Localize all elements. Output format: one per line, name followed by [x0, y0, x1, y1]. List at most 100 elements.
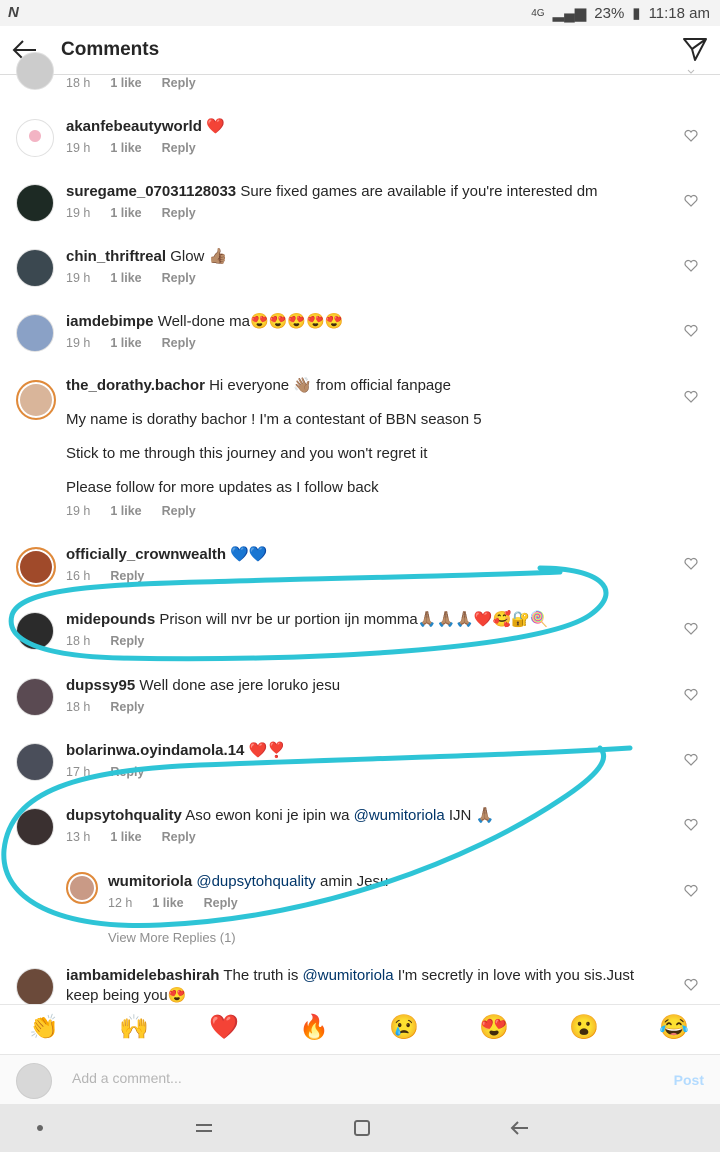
avatar[interactable]	[16, 547, 56, 587]
comment-paragraph: My name is dorathy bachor ! I'm a contes…	[66, 411, 482, 428]
comment-username[interactable]: suregame_07031128033	[66, 183, 236, 200]
comment-time: 19 h	[66, 504, 91, 518]
mention-link[interactable]: @dupsytohquality	[196, 873, 315, 890]
reply-button[interactable]: Reply	[162, 504, 196, 518]
comment-likes[interactable]: 1 like	[110, 336, 141, 350]
heart-icon[interactable]	[684, 324, 698, 338]
mention-link[interactable]: @wumitoriola	[354, 807, 445, 824]
heart-icon[interactable]	[684, 753, 698, 767]
comment-text: Prison will nvr be ur portion ijn momma🙏…	[159, 611, 549, 628]
reply-button[interactable]: Reply	[110, 700, 144, 714]
carrier-icon: N	[8, 4, 19, 21]
reply-button[interactable]: Reply	[110, 569, 144, 583]
reply-button[interactable]: Reply	[110, 765, 144, 779]
emoji-crying[interactable]: 😢	[389, 1013, 419, 1043]
heart-icon[interactable]	[684, 66, 698, 80]
home-icon[interactable]	[350, 1116, 374, 1140]
reply-button[interactable]: Reply	[110, 634, 144, 648]
heart-icon[interactable]	[684, 818, 698, 832]
heart-icon[interactable]	[684, 557, 698, 571]
reply-button[interactable]: Reply	[162, 271, 196, 285]
emoji-laughing[interactable]: 😂	[659, 1013, 689, 1043]
avatar[interactable]	[16, 119, 54, 157]
comment-username[interactable]: dupssy95	[66, 677, 135, 694]
comment-text: Glow 👍🏽	[170, 248, 228, 265]
comment-username[interactable]: iambamidelebashirah	[66, 967, 219, 984]
avatar[interactable]	[66, 872, 98, 904]
comment-username[interactable]: midepounds	[66, 611, 155, 628]
reply-button[interactable]: Reply	[162, 141, 196, 155]
avatar[interactable]	[16, 678, 54, 716]
avatar[interactable]	[16, 249, 54, 287]
back-icon[interactable]	[508, 1116, 532, 1140]
heart-icon[interactable]	[684, 259, 698, 273]
comment-likes[interactable]: 1 like	[110, 141, 141, 155]
avatar[interactable]	[16, 612, 54, 650]
comment-time: 19 h	[66, 206, 91, 220]
comment-username[interactable]: the_dorathy.bachor	[66, 377, 205, 394]
network-indicator: 4G	[531, 7, 545, 19]
view-more-replies-link[interactable]: View More Replies (1)	[108, 930, 236, 945]
comment-username[interactable]: chin_thriftreal	[66, 248, 166, 265]
emoji-heart-eyes[interactable]: 😍	[479, 1013, 509, 1043]
comment-username[interactable]: akanfebeautyworld	[66, 118, 202, 135]
emoji-surprised[interactable]: 😮	[569, 1013, 599, 1043]
reply-button[interactable]: Reply	[162, 336, 196, 350]
comment-text: IJN 🙏🏽	[444, 807, 495, 824]
comment-text: Well done ase jere loruko jesu	[139, 677, 341, 694]
avatar[interactable]	[16, 968, 54, 1006]
post-button[interactable]: Post	[674, 1072, 704, 1088]
comment-username[interactable]: officially_crownwealth	[66, 546, 226, 563]
comment-input[interactable]: Add a comment...	[72, 1070, 182, 1086]
nav-dot-icon[interactable]	[28, 1116, 52, 1140]
comment-likes[interactable]: 1 like	[110, 830, 141, 844]
emoji-heart[interactable]: ❤️	[209, 1013, 239, 1043]
emoji-fire[interactable]: 🔥	[299, 1013, 329, 1043]
reply-button[interactable]: Reply	[162, 830, 196, 844]
comment-time: 13 h	[66, 830, 91, 844]
system-nav-bar	[0, 1104, 720, 1152]
signal-icon: ▂▄▆	[552, 5, 587, 22]
heart-icon[interactable]	[684, 884, 698, 898]
avatar[interactable]	[16, 314, 54, 352]
avatar[interactable]	[16, 808, 54, 846]
comment-composer: Add a comment... Post	[0, 1054, 720, 1105]
reply-button[interactable]: Reply	[204, 896, 238, 910]
emoji-quick-bar: 👏 🙌 ❤️ 🔥 😢 😍 😮 😂	[0, 1004, 720, 1055]
heart-icon[interactable]	[684, 978, 698, 992]
comment-time: 18 h	[66, 700, 91, 714]
comment-likes[interactable]: 1 like	[110, 504, 141, 518]
heart-icon[interactable]	[684, 688, 698, 702]
heart-icon[interactable]	[684, 194, 698, 208]
comment-username[interactable]: iamdebimpe	[66, 313, 154, 330]
recent-apps-icon[interactable]	[192, 1116, 216, 1140]
avatar[interactable]	[16, 743, 54, 781]
comment-username[interactable]: bolarinwa.oyindamola.14	[66, 742, 244, 759]
comment-time: 17 h	[66, 765, 91, 779]
comment-username[interactable]: dupsytohquality	[66, 807, 182, 824]
comment-text: Hi everyone 👋🏽 from official fanpage	[209, 377, 451, 394]
clock: 11:18 am	[648, 4, 710, 22]
battery-icon: ▮	[632, 5, 641, 22]
direct-message-icon[interactable]	[682, 36, 708, 62]
emoji-raised-hands[interactable]: 🙌	[119, 1013, 149, 1043]
comment-time: 19 h	[66, 271, 91, 285]
heart-icon[interactable]	[684, 390, 698, 404]
comment-username[interactable]: wumitoriola	[108, 873, 192, 890]
mention-link[interactable]: @wumitoriola	[303, 967, 394, 984]
avatar[interactable]	[16, 380, 56, 420]
comment-text: Aso ewon koni je ipin wa	[185, 807, 354, 824]
emoji-clap[interactable]: 👏	[29, 1013, 59, 1043]
heart-icon[interactable]	[684, 129, 698, 143]
comment-time: 12 h	[108, 896, 133, 910]
heart-icon[interactable]	[684, 622, 698, 636]
comment-likes[interactable]: 1 like	[110, 206, 141, 220]
reply-button[interactable]: Reply	[162, 76, 196, 90]
comment-likes[interactable]: 1 like	[110, 271, 141, 285]
reply-button[interactable]: Reply	[162, 206, 196, 220]
avatar[interactable]	[16, 52, 54, 90]
comment-time: 19 h	[66, 336, 91, 350]
comment-likes[interactable]: 1 like	[110, 76, 141, 90]
avatar[interactable]	[16, 184, 54, 222]
comment-likes[interactable]: 1 like	[152, 896, 183, 910]
